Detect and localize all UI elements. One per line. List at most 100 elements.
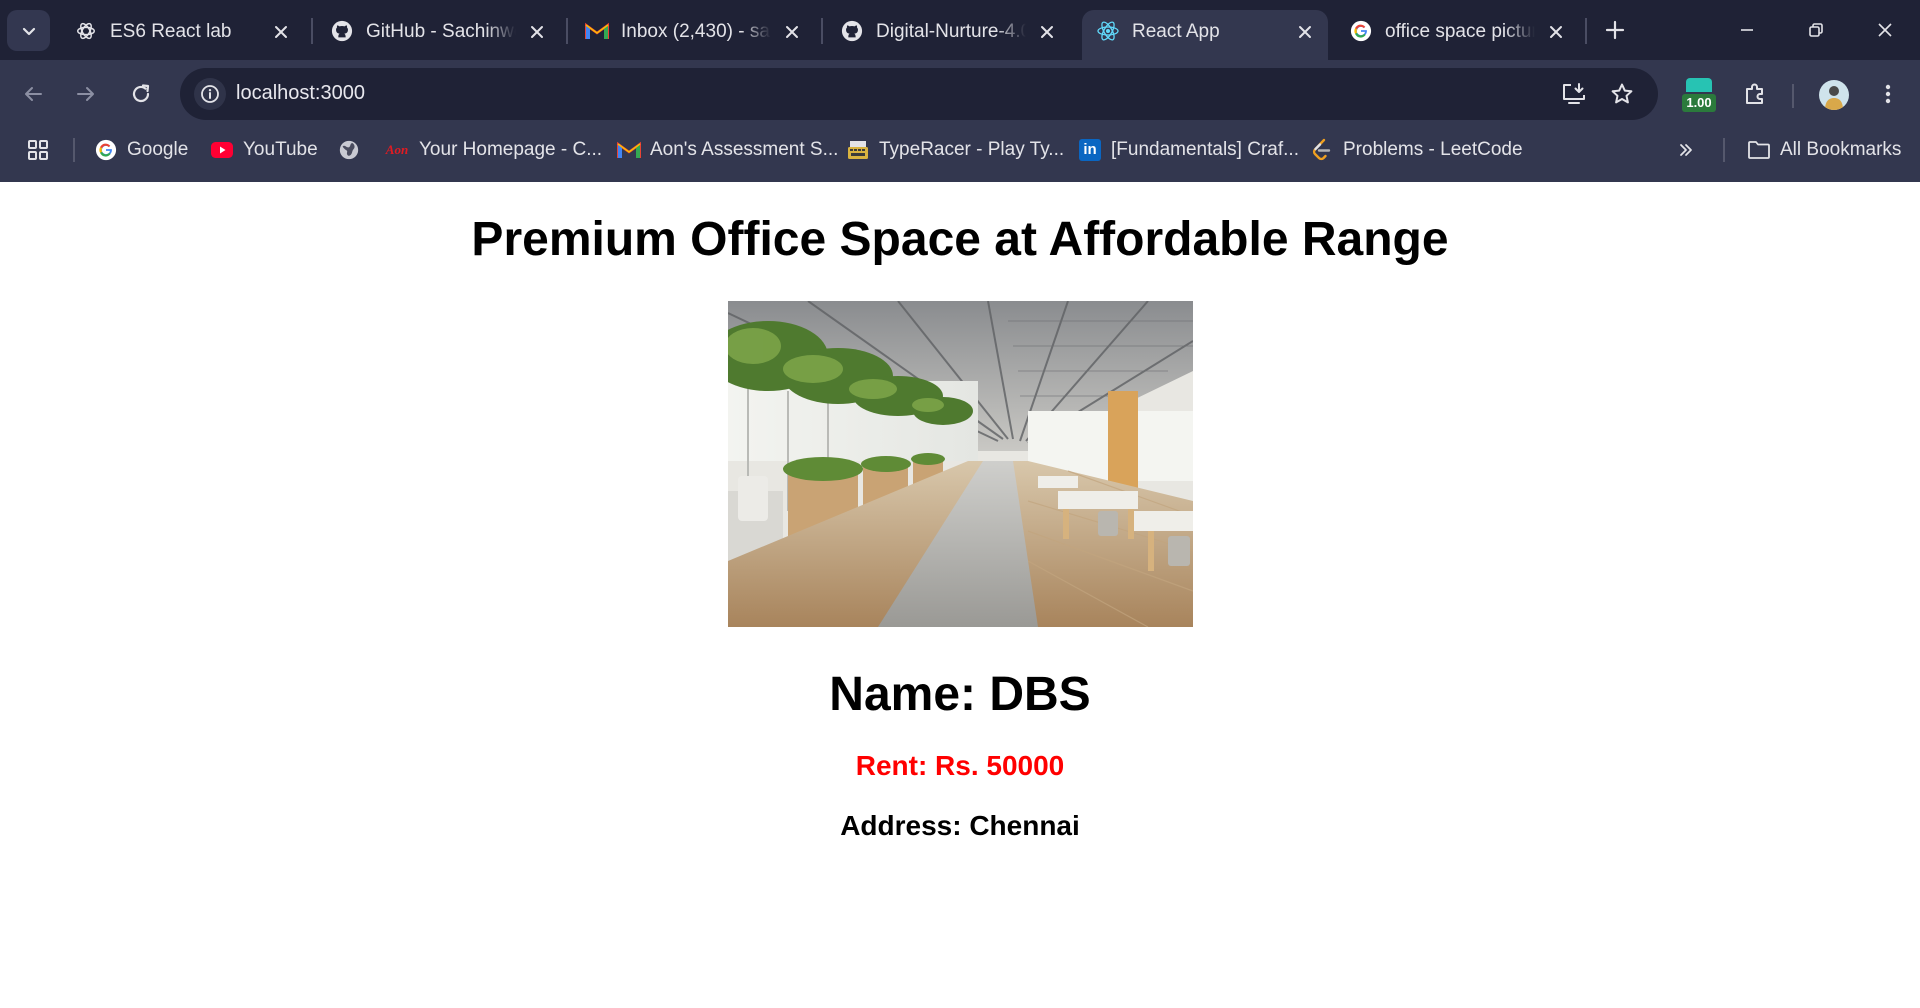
bookmark-globe[interactable] bbox=[337, 135, 370, 165]
bookmark-label: Aon's Assessment S... bbox=[650, 139, 839, 160]
back-button[interactable] bbox=[14, 75, 52, 113]
restore-button[interactable] bbox=[1798, 12, 1834, 48]
tab-divider bbox=[821, 18, 823, 44]
new-tab-button[interactable] bbox=[1601, 16, 1629, 44]
menu-button[interactable] bbox=[1869, 75, 1907, 113]
office-address: Address: Chennai bbox=[840, 810, 1080, 841]
youtube-icon bbox=[210, 138, 234, 162]
tab-github-sachinwe[interactable]: GitHub - Sachinwe bbox=[316, 10, 560, 60]
install-app-button[interactable] bbox=[1560, 80, 1588, 108]
chevron-double-right-icon bbox=[1674, 138, 1698, 162]
info-icon bbox=[201, 85, 219, 103]
tab-digital-nurture[interactable]: Digital-Nurture-4.0 bbox=[826, 10, 1070, 60]
bookmark-label: Google bbox=[127, 139, 189, 160]
address-bar[interactable]: localhost:3000 bbox=[180, 68, 1658, 120]
bookmark-label: YouTube bbox=[243, 139, 318, 160]
google-icon bbox=[1349, 19, 1373, 43]
forward-button[interactable] bbox=[67, 75, 105, 113]
tab-title: React App bbox=[1132, 21, 1220, 42]
close-icon bbox=[1878, 23, 1892, 37]
bookmark-google[interactable]: Google bbox=[94, 135, 188, 165]
close-icon[interactable] bbox=[1294, 21, 1316, 43]
apps-grid-button[interactable] bbox=[26, 138, 50, 162]
all-bookmarks-label: All Bookmarks bbox=[1780, 139, 1902, 160]
react-icon bbox=[1096, 19, 1120, 43]
office-name: Name: DBS bbox=[829, 668, 1091, 721]
leetcode-icon bbox=[1310, 138, 1334, 162]
tab-es6-react-lab[interactable]: ES6 React lab bbox=[60, 10, 304, 60]
typeracer-icon bbox=[846, 138, 870, 162]
restore-icon bbox=[1809, 23, 1823, 37]
tab-office-space-pictures[interactable]: office space pictur bbox=[1335, 10, 1579, 60]
office-rent: Rent: Rs. 50000 bbox=[855, 750, 1065, 781]
star-icon bbox=[1611, 83, 1633, 104]
close-icon[interactable] bbox=[270, 21, 292, 43]
close-icon[interactable] bbox=[781, 21, 803, 43]
folder-icon bbox=[1747, 138, 1771, 162]
minimize-button[interactable] bbox=[1729, 12, 1765, 48]
github-icon bbox=[330, 19, 354, 43]
tab-react-app[interactable]: React App bbox=[1082, 10, 1328, 60]
aon-icon: Aon bbox=[385, 142, 409, 157]
gmail-icon bbox=[617, 138, 641, 162]
bookmark-label: Your Homepage - C... bbox=[419, 139, 603, 160]
browser-toolbar: localhost:3000 1.00 bbox=[0, 60, 1920, 128]
close-icon[interactable] bbox=[526, 21, 548, 43]
chevron-down-icon bbox=[22, 27, 35, 35]
chatgpt-icon bbox=[74, 19, 98, 43]
bookmark-label: Problems - LeetCode bbox=[1343, 139, 1523, 160]
tab-title: Digital-Nurture-4.0 bbox=[876, 21, 1026, 42]
bookmarks-divider bbox=[73, 138, 75, 162]
close-window-button[interactable] bbox=[1867, 12, 1903, 48]
tab-title: office space pictur bbox=[1385, 21, 1535, 42]
apps-grid-icon bbox=[28, 140, 48, 160]
extension-badge[interactable]: 1.00 bbox=[1682, 78, 1716, 112]
extensions-button[interactable] bbox=[1736, 75, 1774, 113]
plus-icon bbox=[1605, 20, 1625, 40]
tab-inbox-gmail[interactable]: Inbox (2,430) - sac bbox=[571, 10, 815, 60]
office-image bbox=[728, 301, 1193, 627]
minimize-icon bbox=[1741, 29, 1753, 31]
bookmark-linkedin-fundamentals[interactable]: in [Fundamentals] Craf... bbox=[1078, 135, 1299, 165]
gmail-icon bbox=[585, 19, 609, 43]
more-bookmarks-button[interactable] bbox=[1674, 135, 1707, 165]
linkedin-icon: in bbox=[1078, 138, 1102, 162]
tab-title: ES6 React lab bbox=[110, 21, 232, 42]
google-icon bbox=[94, 138, 118, 162]
page-heading: Premium Office Space at Affordable Range bbox=[471, 213, 1449, 266]
extension-badge-value: 1.00 bbox=[1682, 94, 1716, 112]
reload-icon bbox=[132, 84, 150, 103]
reload-button[interactable] bbox=[122, 75, 160, 113]
bookmark-label: TypeRacer - Play Ty... bbox=[879, 139, 1065, 160]
puzzle-icon bbox=[1746, 83, 1763, 104]
profile-avatar[interactable] bbox=[1819, 80, 1849, 110]
bookmark-leetcode[interactable]: Problems - LeetCode bbox=[1310, 135, 1523, 165]
bookmark-your-homepage[interactable]: Aon Your Homepage - C... bbox=[384, 135, 602, 165]
bookmarks-divider bbox=[1723, 138, 1725, 162]
globe-icon bbox=[337, 138, 361, 162]
bookmark-youtube[interactable]: YouTube bbox=[210, 135, 318, 165]
site-info-button[interactable] bbox=[194, 78, 226, 110]
tab-divider bbox=[566, 18, 568, 44]
extension-icon bbox=[1686, 78, 1712, 92]
tab-title: GitHub - Sachinwe bbox=[366, 21, 516, 42]
tab-divider bbox=[311, 18, 313, 44]
bookmark-typeracer[interactable]: TypeRacer - Play Ty... bbox=[846, 135, 1064, 165]
arrow-left-icon bbox=[25, 87, 42, 101]
bookmark-aon-assessment[interactable]: Aon's Assessment S... bbox=[617, 135, 838, 165]
tab-title: Inbox (2,430) - sac bbox=[621, 21, 771, 42]
address-bar-url: localhost:3000 bbox=[236, 82, 365, 104]
tab-divider bbox=[1585, 18, 1587, 44]
tab-strip: ES6 React lab GitHub - Sachinwe Inbox (2… bbox=[0, 0, 1920, 60]
all-bookmarks-button[interactable]: All Bookmarks bbox=[1747, 135, 1901, 165]
github-icon bbox=[840, 19, 864, 43]
tab-search-button[interactable] bbox=[7, 10, 50, 51]
close-icon[interactable] bbox=[1036, 21, 1058, 43]
page-content: Premium Office Space at Affordable Range bbox=[0, 182, 1920, 1008]
more-vertical-icon bbox=[1885, 84, 1891, 104]
close-icon[interactable] bbox=[1545, 21, 1567, 43]
bookmark-star-button[interactable] bbox=[1608, 80, 1636, 108]
arrow-right-icon bbox=[77, 87, 94, 101]
toolbar-divider bbox=[1792, 84, 1794, 108]
bookmark-label: [Fundamentals] Craf... bbox=[1111, 139, 1299, 160]
